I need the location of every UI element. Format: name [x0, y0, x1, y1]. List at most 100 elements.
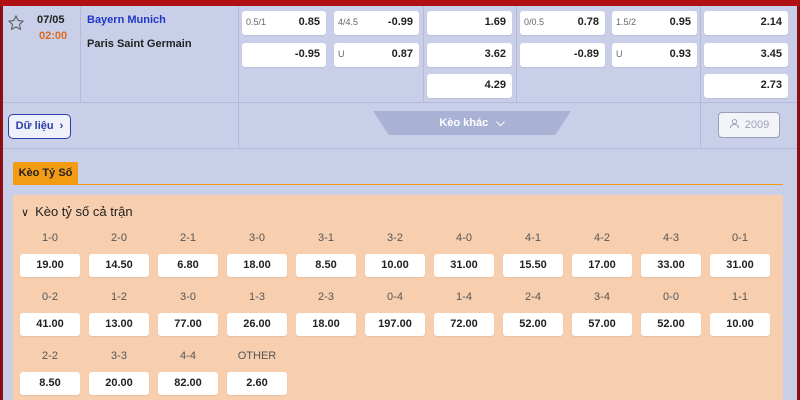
score-label: 4-1 — [525, 232, 541, 244]
score-odd-button[interactable]: 20.00 — [89, 372, 149, 395]
home-team-name[interactable]: Bayern Munich — [87, 14, 166, 26]
score-odd-button[interactable]: 18.00 — [227, 254, 287, 277]
bet-tabs-section: Kèo Tỷ Số ∨ Kèo tỷ số cả trận 1-0 19.00 2-0… — [3, 148, 797, 400]
more-bets-button[interactable]: Kèo khác ⌵ — [373, 111, 571, 135]
odd-value: -0.89 — [573, 48, 599, 60]
score-label: 4-3 — [663, 232, 679, 244]
odd-value: 1.69 — [484, 16, 506, 28]
score-odd-button[interactable]: 82.00 — [158, 372, 218, 395]
score-label: 4-2 — [594, 232, 610, 244]
column-divider — [700, 6, 701, 102]
score-odd-button[interactable]: 13.00 — [89, 313, 149, 336]
score-label: 2-0 — [111, 232, 127, 244]
total-line: 4/4.5 — [338, 17, 359, 27]
ft-under-odd[interactable]: U 0.87 — [334, 43, 419, 67]
score-odd-button[interactable]: 52.00 — [641, 313, 701, 336]
correct-score-header[interactable]: ∨ Kèo tỷ số cả trận — [21, 204, 133, 219]
match-row: 07/05 02:00 Bayern Munich Paris Saint Ge… — [3, 6, 797, 102]
ht-handicap-away-odd[interactable]: -0.89 — [520, 43, 605, 67]
score-odd-button[interactable]: 26.00 — [227, 313, 287, 336]
column-divider — [238, 103, 239, 149]
score-odd-button[interactable]: 15.50 — [503, 254, 563, 277]
score-odd-button[interactable]: 18.00 — [296, 313, 356, 336]
favorite-star-icon[interactable] — [7, 14, 25, 32]
ht-handicap-home-odd[interactable]: 0/0.5 0.78 — [520, 11, 605, 35]
score-label: 2-1 — [180, 232, 196, 244]
user-icon — [729, 118, 739, 129]
tab-underline — [13, 184, 783, 185]
match-time: 02:00 — [39, 30, 68, 42]
odd-value: 2.73 — [760, 79, 782, 91]
score-odd-button[interactable]: 14.50 — [89, 254, 149, 277]
ft-1x2-away-odd[interactable]: 3.62 — [427, 43, 512, 67]
odd-value: 0.85 — [298, 16, 320, 28]
ft-1x2-draw-odd[interactable]: 4.29 — [427, 74, 512, 98]
score-label: 0-1 — [732, 232, 748, 244]
under-label: U — [338, 49, 345, 59]
more-bets-label: Kèo khác — [439, 117, 489, 129]
odd-value: 0.87 — [391, 48, 413, 60]
ht-1x2-home-odd[interactable]: 2.14 — [704, 11, 788, 35]
score-label: 2-4 — [525, 291, 541, 303]
score-label: 1-3 — [249, 291, 265, 303]
ft-over-odd[interactable]: 4/4.5 -0.99 — [334, 11, 419, 35]
score-label: 2-3 — [318, 291, 334, 303]
score-odd-button[interactable]: 8.50 — [20, 372, 80, 395]
match-actions-bar: Dữ liệu › Kèo khác ⌵ 2009 — [3, 102, 797, 149]
score-odd-button[interactable]: 57.00 — [572, 313, 632, 336]
score-odd-button[interactable]: 72.00 — [434, 313, 494, 336]
handicap-line: 0.5/1 — [246, 17, 267, 27]
ht-1x2-away-odd[interactable]: 3.45 — [704, 43, 788, 67]
viewer-count: 2009 — [744, 119, 770, 131]
column-divider — [423, 6, 424, 102]
score-odd-button[interactable]: 6.80 — [158, 254, 218, 277]
score-odd-button[interactable]: 31.00 — [434, 254, 494, 277]
ht-over-odd[interactable]: 1.5/2 0.95 — [612, 11, 697, 35]
match-date: 07/05 — [37, 14, 65, 26]
column-divider — [516, 6, 517, 102]
score-odd-button[interactable]: 52.00 — [503, 313, 563, 336]
ft-handicap-home-odd[interactable]: 0.5/1 0.85 — [242, 11, 326, 35]
ft-handicap-away-odd[interactable]: -0.95 — [242, 43, 326, 67]
score-label: 4-0 — [456, 232, 472, 244]
score-label: 0-2 — [42, 291, 58, 303]
score-label: 3-0 — [249, 232, 265, 244]
score-odd-button[interactable]: 41.00 — [20, 313, 80, 336]
score-odd-button[interactable]: 33.00 — [641, 254, 701, 277]
ht-1x2-draw-odd[interactable]: 2.73 — [704, 74, 788, 98]
ft-1x2-home-odd[interactable]: 1.69 — [427, 11, 512, 35]
handicap-line: 0/0.5 — [524, 17, 545, 27]
tab-correct-score[interactable]: Kèo Tỷ Số — [13, 162, 78, 184]
score-label: 3-0 — [180, 291, 196, 303]
away-team-name[interactable]: Paris Saint Germain — [87, 38, 192, 50]
score-label: 4-4 — [180, 350, 196, 362]
column-divider — [238, 6, 239, 102]
score-label: 0-4 — [387, 291, 403, 303]
score-odd-button[interactable]: 2.60 — [227, 372, 287, 395]
viewer-count-badge[interactable]: 2009 — [718, 112, 780, 138]
chevron-right-icon: › — [59, 120, 64, 132]
score-label: 1-4 — [456, 291, 472, 303]
score-odd-button[interactable]: 10.00 — [365, 254, 425, 277]
column-divider — [80, 6, 81, 102]
score-label: 3-3 — [111, 350, 127, 362]
score-odd-button[interactable]: 8.50 — [296, 254, 356, 277]
score-label: 1-2 — [111, 291, 127, 303]
under-label: U — [616, 49, 623, 59]
score-odd-button[interactable]: 31.00 — [710, 254, 770, 277]
score-label: 3-1 — [318, 232, 334, 244]
score-odd-button[interactable]: 19.00 — [20, 254, 80, 277]
score-odd-button[interactable]: 10.00 — [710, 313, 770, 336]
ht-under-odd[interactable]: U 0.93 — [612, 43, 697, 67]
score-odd-button[interactable]: 77.00 — [158, 313, 218, 336]
score-label: 3-4 — [594, 291, 610, 303]
score-label: 2-2 — [42, 350, 58, 362]
odd-value: 3.62 — [484, 48, 506, 60]
score-odd-button[interactable]: 17.00 — [572, 254, 632, 277]
column-divider — [700, 103, 701, 149]
score-odd-button[interactable]: 197.00 — [365, 313, 425, 336]
total-line: 1.5/2 — [616, 17, 637, 27]
odd-value: 0.78 — [577, 16, 599, 28]
data-button[interactable]: Dữ liệu › — [8, 114, 71, 139]
data-button-label: Dữ liệu — [15, 120, 54, 132]
